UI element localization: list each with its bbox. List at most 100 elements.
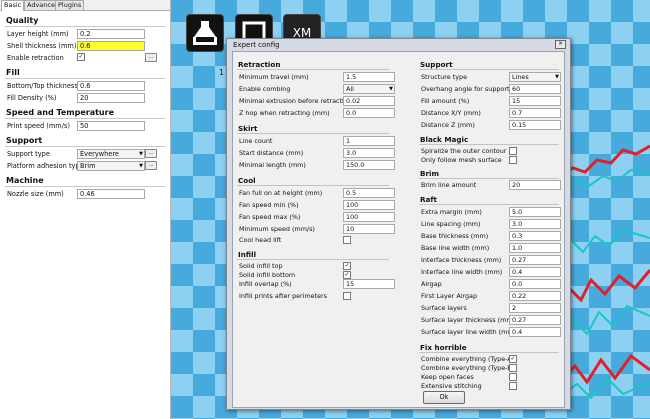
spiralize-label: Spiralize the outer contour [421, 147, 507, 155]
base-line-width-input[interactable]: 1.0 [509, 243, 561, 253]
interface-line-width-input[interactable]: 0.4 [509, 267, 561, 277]
structure-type-select[interactable]: Lines ▼ [509, 72, 561, 82]
divider [419, 69, 559, 70]
fan-speed-min-input[interactable]: 100 [343, 200, 395, 210]
distance-xy-label: Distance X/Y (mm) [421, 109, 481, 117]
distance-z-input[interactable]: 0.15 [509, 120, 561, 130]
adhesion-settings-button[interactable]: ... [145, 161, 157, 170]
print-speed-label: Print speed (mm/s) [7, 122, 70, 130]
fill-amount-input[interactable]: 15 [509, 96, 561, 106]
infill-overlap-input[interactable]: 15 [343, 279, 395, 289]
tab-plugins[interactable]: Plugins [55, 0, 85, 10]
start-distance-input[interactable]: 3.0 [343, 148, 395, 158]
distance-xy-input[interactable]: 0.7 [509, 108, 561, 118]
surface-layers-label: Surface layers [421, 304, 467, 312]
combine-type-b-checkbox[interactable] [509, 364, 517, 372]
distance-z-label: Distance Z (mm) [421, 121, 475, 129]
combine-type-a-checkbox[interactable]: ✓ [509, 355, 517, 363]
interface-thickness-input[interactable]: 0.27 [509, 255, 561, 265]
fan-full-height-input[interactable]: 0.5 [343, 188, 395, 198]
adhesion-type-label: Platform adhesion type [7, 162, 84, 170]
fan-speed-min-label: Fan speed min (%) [239, 201, 299, 209]
adhesion-type-value: Brim [80, 162, 96, 170]
keep-open-faces-checkbox[interactable] [509, 373, 517, 381]
section-infill: Infill [238, 250, 257, 259]
solid-infill-bottom-checkbox[interactable]: ✓ [343, 271, 351, 279]
brim-line-amount-label: Brim line amount [421, 181, 477, 189]
ok-button[interactable]: Ok [423, 391, 465, 404]
surface-layers-input[interactable]: 2 [509, 303, 561, 313]
first-layer-airgap-input[interactable]: 0.22 [509, 291, 561, 301]
close-button[interactable]: ✕ [555, 40, 566, 49]
section-fix-horrible: Fix horrible [420, 343, 467, 352]
bottom-top-thickness-input[interactable]: 0.6 [77, 81, 145, 91]
section-machine: Machine [6, 176, 44, 185]
follow-mesh-label: Only follow mesh surface [421, 156, 502, 164]
z-hop-label: Z hop when retracting (mm) [239, 109, 330, 117]
line-count-input[interactable]: 1 [343, 136, 395, 146]
enable-combing-value: All [346, 85, 354, 93]
divider [5, 186, 165, 187]
section-brim: Brim [420, 169, 439, 178]
settings-tabs: Basic Advanced Plugins [0, 0, 170, 11]
divider [419, 352, 559, 353]
surface-layer-line-width-input[interactable]: 0.4 [509, 327, 561, 337]
load-model-button[interactable] [186, 14, 224, 52]
keep-open-faces-label: Keep open faces [421, 373, 474, 381]
support-type-select[interactable]: Everywhere ▼ [77, 149, 145, 159]
layer-height-input[interactable]: 0.2 [77, 29, 145, 39]
airgap-input[interactable]: 0.0 [509, 279, 561, 289]
z-hop-input[interactable]: 0.0 [343, 108, 395, 118]
retraction-settings-button[interactable]: ... [145, 53, 157, 62]
section-skirt: Skirt [238, 124, 258, 133]
section-black-magic: Black Magic [420, 135, 469, 144]
infill-overlap-label: Infill overlap (%) [239, 280, 292, 288]
fan-speed-max-input[interactable]: 100 [343, 212, 395, 222]
shell-thickness-input[interactable]: 0.6 [77, 41, 145, 51]
infill-after-perimeters-checkbox[interactable] [343, 292, 351, 300]
minimal-extrusion-input[interactable]: 0.02 [343, 96, 395, 106]
cool-head-lift-checkbox[interactable] [343, 236, 351, 244]
enable-combing-select[interactable]: All ▼ [343, 84, 395, 94]
surface-layer-thickness-input[interactable]: 0.27 [509, 315, 561, 325]
line-count-label: Line count [239, 137, 273, 145]
adhesion-type-select[interactable]: Brim ▼ [77, 161, 145, 171]
spiralize-checkbox[interactable] [509, 147, 517, 155]
minimum-speed-input[interactable]: 10 [343, 224, 395, 234]
divider [5, 118, 165, 119]
solid-infill-bottom-label: Solid infill bottom [239, 271, 296, 279]
minimal-length-label: Minimal length (mm) [239, 161, 306, 169]
divider [5, 26, 165, 27]
print-speed-input[interactable]: 50 [77, 121, 145, 131]
tab-basic[interactable]: Basic [1, 0, 25, 11]
divider [237, 185, 389, 186]
overhang-angle-input[interactable]: 60 [509, 84, 561, 94]
follow-mesh-checkbox[interactable] [509, 156, 517, 164]
interface-thickness-label: Interface thickness (mm) [421, 256, 502, 264]
minimum-travel-label: Minimum travel (mm) [239, 73, 309, 81]
minimum-travel-input[interactable]: 1.5 [343, 72, 395, 82]
chevron-down-icon: ▼ [139, 163, 143, 169]
minimal-length-input[interactable]: 150.0 [343, 160, 395, 170]
base-thickness-input[interactable]: 0.3 [509, 231, 561, 241]
enable-retraction-checkbox[interactable]: ✓ [77, 53, 85, 61]
extra-margin-input[interactable]: 5.0 [509, 207, 561, 217]
chevron-down-icon: ▼ [139, 151, 143, 157]
section-fill: Fill [6, 68, 20, 77]
nozzle-size-input[interactable]: 0.46 [77, 189, 145, 199]
airgap-label: Airgap [421, 280, 442, 288]
cool-head-lift-label: Cool head lift [239, 236, 282, 244]
first-layer-airgap-label: First Layer Airgap [421, 292, 478, 300]
solid-infill-top-checkbox[interactable]: ✓ [343, 262, 351, 270]
extensive-stitching-checkbox[interactable] [509, 382, 517, 390]
support-settings-button[interactable]: ... [145, 149, 157, 158]
brim-line-amount-input[interactable]: 20 [509, 180, 561, 190]
extra-margin-label: Extra margin (mm) [421, 208, 482, 216]
section-support: Support [6, 136, 43, 145]
interface-line-width-label: Interface line width (mm) [421, 268, 503, 276]
start-distance-label: Start distance (mm) [239, 149, 304, 157]
layer-indicator: 1 [219, 68, 225, 77]
fan-speed-max-label: Fan speed max (%) [239, 213, 301, 221]
fill-density-input[interactable]: 20 [77, 93, 145, 103]
line-spacing-input[interactable]: 3.0 [509, 219, 561, 229]
